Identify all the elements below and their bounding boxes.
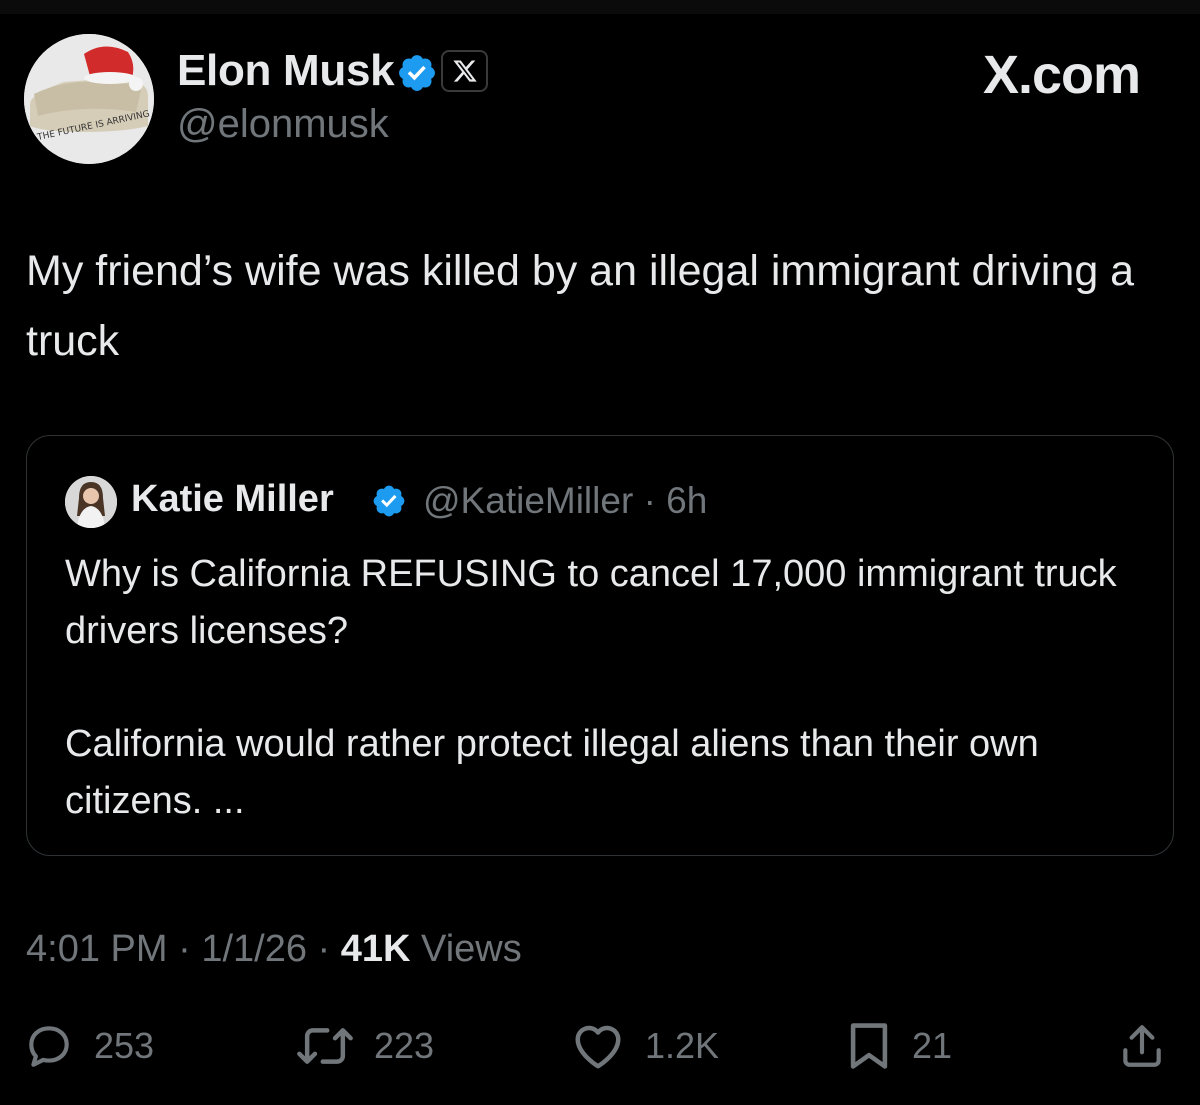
meta-separator: ·: [317, 928, 331, 970]
reply-button[interactable]: 253: [24, 1018, 154, 1074]
quoted-avatar-image: [65, 476, 117, 528]
bookmark-count: 21: [912, 1025, 953, 1066]
heart-icon: [575, 1025, 621, 1069]
meta-separator: ·: [178, 928, 191, 970]
quoted-verified-badge-icon[interactable]: [371, 483, 407, 519]
repost-button[interactable]: 223: [296, 1018, 434, 1074]
reply-icon: [29, 1026, 69, 1067]
post-date[interactable]: 1/1/26: [201, 928, 307, 970]
repost-icon: [297, 1028, 353, 1064]
top-edge-shade: [0, 0, 1200, 14]
reply-count: 253: [94, 1025, 155, 1066]
quoted-post-text: Why is California REFUSING to cancel 17,…: [65, 546, 1145, 886]
like-count: 1.2K: [645, 1025, 720, 1066]
author-handle[interactable]: @elonmusk: [177, 102, 389, 147]
post-time[interactable]: 4:01 PM: [26, 928, 168, 970]
quoted-meta-separator: ·: [643, 480, 656, 521]
verified-badge-icon[interactable]: [396, 52, 438, 94]
like-button[interactable]: 1.2K: [571, 1018, 719, 1074]
quoted-post-age[interactable]: 6h: [666, 480, 707, 521]
author-avatar[interactable]: THE FUTURE IS ARRIVING: [24, 34, 154, 164]
share-button[interactable]: [1117, 1018, 1167, 1074]
quoted-paragraph: Why is California REFUSING to cancel 17,…: [65, 553, 1117, 652]
x-affiliate-badge[interactable]: [441, 50, 488, 92]
quoted-meta: @KatieMiller · 6h: [423, 480, 707, 522]
quoted-author-handle[interactable]: @KatieMiller: [423, 480, 633, 521]
xcom-watermark: X.com: [982, 45, 1141, 105]
post-text: My friend’s wife was killed by an illega…: [26, 247, 1135, 365]
avatar-image: THE FUTURE IS ARRIVING: [24, 34, 154, 164]
bookmark-button[interactable]: 21: [846, 1018, 952, 1074]
bookmark-icon: [850, 1023, 888, 1069]
quoted-post-card[interactable]: Katie Miller @KatieMiller · 6h Why is Ca…: [26, 435, 1174, 856]
repost-count: 223: [374, 1025, 435, 1066]
views-count[interactable]: 41K: [341, 928, 411, 970]
author-display-name[interactable]: Elon Musk: [177, 46, 395, 96]
views-label[interactable]: Views: [421, 928, 522, 970]
quoted-author-name[interactable]: Katie Miller: [131, 478, 334, 521]
x-logo-icon: [452, 60, 477, 82]
quoted-author-avatar[interactable]: [65, 476, 117, 528]
post-meta: 4:01 PM · 1/1/26 · 41K Views: [26, 928, 522, 971]
quoted-paragraph: California would rather protect illegal …: [65, 723, 1039, 822]
share-icon: [1123, 1025, 1161, 1067]
